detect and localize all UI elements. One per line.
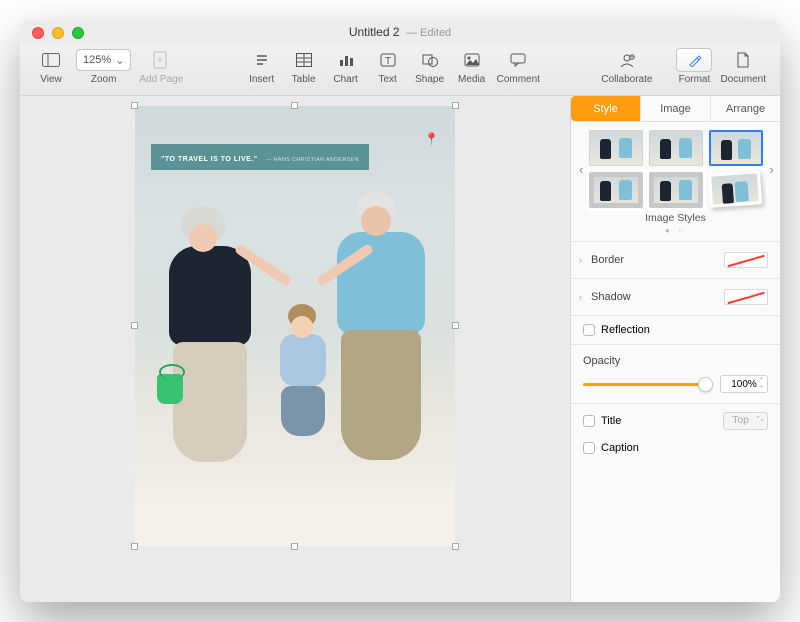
- shadow-section[interactable]: › Shadow: [571, 278, 780, 315]
- title-label: Title: [601, 415, 621, 427]
- opacity-section: Opacity 100%: [571, 344, 780, 403]
- border-none-swatch[interactable]: [724, 252, 768, 268]
- resize-handle[interactable]: [131, 322, 138, 329]
- quote-banner: "TO TRAVEL IS TO LIVE." — HANS CHRISTIAN…: [151, 144, 369, 170]
- style-thumb[interactable]: [589, 130, 643, 166]
- shape-button[interactable]: Shape: [409, 48, 451, 85]
- app-window: Untitled 2 — Edited View 125% Zoom + Add…: [20, 20, 780, 602]
- document-title: Untitled 2 — Edited: [349, 25, 451, 39]
- chart-button[interactable]: Chart: [325, 48, 367, 85]
- shadow-label: Shadow: [591, 291, 724, 303]
- figure-grandpa: [325, 192, 445, 472]
- shadow-none-swatch[interactable]: [724, 289, 768, 305]
- resize-handle[interactable]: [131, 102, 138, 109]
- caption-checkbox[interactable]: [583, 442, 595, 454]
- resize-handle[interactable]: [452, 543, 459, 550]
- style-thumb[interactable]: [708, 170, 762, 208]
- style-thumb[interactable]: [649, 172, 703, 208]
- insert-button[interactable]: Insert: [241, 48, 283, 85]
- title-position-select[interactable]: Top: [723, 412, 768, 430]
- insert-icon: [254, 48, 270, 72]
- titlebar: Untitled 2 — Edited: [20, 20, 780, 44]
- style-thumb[interactable]: [589, 172, 643, 208]
- chevron-right-icon: ›: [579, 255, 582, 265]
- inspector-tabs: Style Image Arrange: [571, 96, 780, 122]
- comment-icon: [510, 48, 526, 72]
- format-button[interactable]: Format: [672, 48, 716, 85]
- zoom-select[interactable]: 125% Zoom: [72, 48, 135, 85]
- styles-next-icon[interactable]: ›: [767, 162, 775, 177]
- border-section[interactable]: › Border: [571, 241, 780, 278]
- pin-icon: 📍: [424, 132, 439, 146]
- canvas[interactable]: "TO TRAVEL IS TO LIVE." — HANS CHRISTIAN…: [20, 96, 570, 602]
- collaborate-icon: +: [618, 48, 636, 72]
- chart-icon: [338, 48, 354, 72]
- title-row: Title Top: [571, 403, 780, 438]
- shape-icon: [422, 48, 438, 72]
- comment-button[interactable]: Comment: [493, 48, 544, 85]
- title-status: Edited: [420, 27, 451, 39]
- text-icon: T: [380, 48, 396, 72]
- zoom-value[interactable]: 125%: [76, 49, 131, 71]
- opacity-slider[interactable]: [583, 383, 712, 386]
- resize-handle[interactable]: [452, 322, 459, 329]
- table-icon: [296, 48, 312, 72]
- media-icon: [464, 48, 480, 72]
- tab-style[interactable]: Style: [571, 96, 641, 121]
- resize-handle[interactable]: [131, 543, 138, 550]
- text-button[interactable]: T Text: [367, 48, 409, 85]
- title-name: Untitled 2: [349, 25, 400, 39]
- styles-prev-icon[interactable]: ‹: [577, 162, 585, 177]
- table-button[interactable]: Table: [283, 48, 325, 85]
- style-thumb-selected[interactable]: [709, 130, 763, 166]
- add-page-button[interactable]: + Add Page: [135, 48, 187, 85]
- svg-text:+: +: [630, 55, 634, 61]
- style-thumb[interactable]: [649, 130, 703, 166]
- figure-grandma: [153, 206, 273, 466]
- svg-text:T: T: [385, 56, 391, 67]
- tab-arrange[interactable]: Arrange: [711, 96, 780, 121]
- slider-knob[interactable]: [698, 377, 713, 392]
- document-icon: [736, 48, 750, 72]
- title-checkbox[interactable]: [583, 415, 595, 427]
- quote-text: "TO TRAVEL IS TO LIVE.": [161, 156, 258, 163]
- resize-handle[interactable]: [291, 102, 298, 109]
- reflection-row: Reflection: [571, 315, 780, 344]
- sidebar-icon: [42, 48, 60, 72]
- media-button[interactable]: Media: [451, 48, 493, 85]
- document-button[interactable]: Document: [716, 48, 770, 85]
- opacity-label: Opacity: [583, 355, 768, 367]
- bucket-icon: [157, 374, 183, 404]
- window-controls: [32, 27, 84, 39]
- border-label: Border: [591, 254, 724, 266]
- toolbar: View 125% Zoom + Add Page Insert Table: [20, 44, 780, 96]
- close-icon[interactable]: [32, 27, 44, 39]
- opacity-value-stepper[interactable]: 100%: [720, 375, 768, 393]
- selected-image[interactable]: "TO TRAVEL IS TO LIVE." — HANS CHRISTIAN…: [135, 106, 455, 546]
- add-page-icon: +: [153, 48, 169, 72]
- photo-placeholder: "TO TRAVEL IS TO LIVE." — HANS CHRISTIAN…: [135, 106, 455, 546]
- caption-row: Caption: [571, 438, 780, 464]
- tab-image[interactable]: Image: [641, 96, 711, 121]
- inspector-sidebar: Style Image Arrange ‹: [570, 96, 780, 602]
- chevron-right-icon: ›: [579, 292, 582, 302]
- maximize-icon[interactable]: [72, 27, 84, 39]
- resize-handle[interactable]: [291, 543, 298, 550]
- caption-label: Caption: [601, 442, 639, 454]
- reflection-label: Reflection: [601, 324, 650, 336]
- resize-handle[interactable]: [452, 102, 459, 109]
- image-styles-label: Image Styles: [571, 212, 780, 226]
- page-dots[interactable]: ● ○: [571, 226, 780, 241]
- reflection-checkbox[interactable]: [583, 324, 595, 336]
- format-icon: [676, 48, 712, 72]
- collaborate-button[interactable]: + Collaborate: [597, 48, 656, 85]
- svg-text:+: +: [157, 54, 163, 66]
- main-area: "TO TRAVEL IS TO LIVE." — HANS CHRISTIAN…: [20, 96, 780, 602]
- view-button[interactable]: View: [30, 48, 72, 85]
- quote-byline: — HANS CHRISTIAN ANDERSEN: [266, 157, 359, 163]
- minimize-icon[interactable]: [52, 27, 64, 39]
